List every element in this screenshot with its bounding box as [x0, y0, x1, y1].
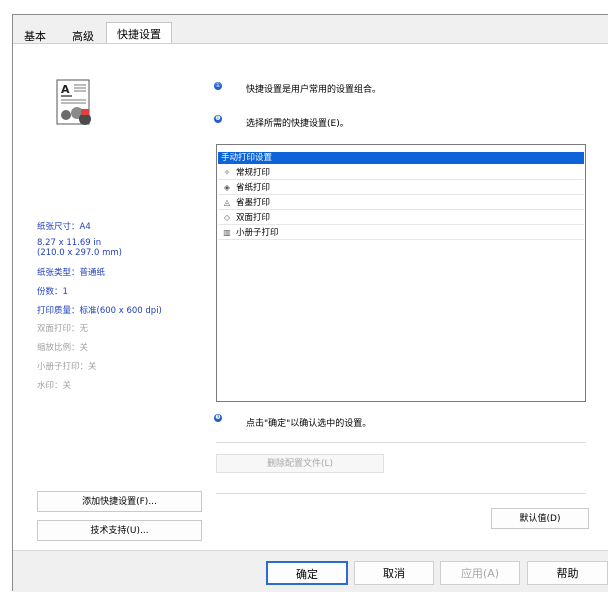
step-1-text: 快捷设置是用户常用的设置组合。	[246, 85, 382, 95]
list-item[interactable]: 手动打印设置	[218, 152, 584, 164]
delete-profile-button[interactable]: 删除配置文件(L)	[216, 454, 384, 473]
divider	[216, 493, 586, 494]
list-item[interactable]: ▥ 小册子打印	[218, 227, 584, 240]
list-item[interactable]: ◈ 省纸打印	[218, 182, 584, 195]
paper-size-info: 纸张尺寸：A4	[37, 222, 91, 232]
eco-ink-icon: ◬	[223, 198, 231, 207]
scaling-info: 缩放比例：关	[37, 343, 89, 353]
list-item-label: 手动打印设置	[221, 153, 273, 163]
step-2-icon: ❶	[214, 115, 222, 123]
list-item[interactable]: ◇ 双面打印	[218, 212, 584, 225]
step-3-icon: ❸	[214, 414, 222, 422]
booklet-info: 小册子打印：关	[37, 362, 97, 372]
list-item-label: 双面打印	[236, 213, 271, 223]
document-preview-icon: A	[56, 79, 91, 125]
apply-button[interactable]: 应用(A)	[440, 561, 520, 585]
ok-button[interactable]: 确定	[266, 561, 348, 585]
booklet-icon: ▥	[223, 228, 231, 237]
svg-text:A: A	[61, 83, 70, 96]
step-2-text: 选择所需的快捷设置(E)。	[246, 119, 349, 129]
duplex-icon: ◇	[223, 213, 231, 222]
step-3-text: 点击"确定"以确认选中的设置。	[246, 419, 372, 429]
list-item-label: 常规打印	[236, 168, 271, 178]
dimensions-mm-info: (210.0 x 297.0 mm)	[37, 248, 122, 258]
watermark-info: 水印：关	[37, 381, 72, 391]
list-item-label: 省纸打印	[236, 183, 271, 193]
cancel-button[interactable]: 取消	[354, 561, 434, 585]
eco-paper-icon: ◈	[223, 183, 231, 192]
duplex-info: 双面打印：无	[37, 324, 89, 334]
step-1-icon: ①	[214, 82, 222, 90]
quick-settings-list[interactable]: 手动打印设置 ✧ 常规打印 ◈ 省纸打印 ◬ 省墨打印 ◇ 双面打印 ▥ 小册子打印	[216, 144, 586, 402]
default-button[interactable]: 默认值(D)	[491, 508, 589, 529]
list-item[interactable]: ◬ 省墨打印	[218, 197, 584, 210]
divider	[216, 442, 586, 443]
support-button[interactable]: 技术支持(U)...	[37, 520, 202, 541]
print-quality-info: 打印质量：标准(600 x 600 dpi)	[37, 306, 162, 316]
list-item[interactable]: ✧ 常规打印	[218, 167, 584, 180]
copies-info: 份数：1	[37, 287, 68, 297]
document-icon: ✧	[223, 168, 231, 177]
help-button[interactable]: 帮助	[527, 561, 608, 585]
media-type-info: 纸张类型：普通纸	[37, 268, 106, 278]
add-quick-setting-button[interactable]: 添加快捷设置(F)...	[37, 491, 202, 512]
list-item-label: 小册子打印	[236, 228, 279, 238]
dimensions-in-info: 8.27 x 11.69 in	[37, 238, 102, 248]
list-item-label: 省墨打印	[236, 198, 271, 208]
